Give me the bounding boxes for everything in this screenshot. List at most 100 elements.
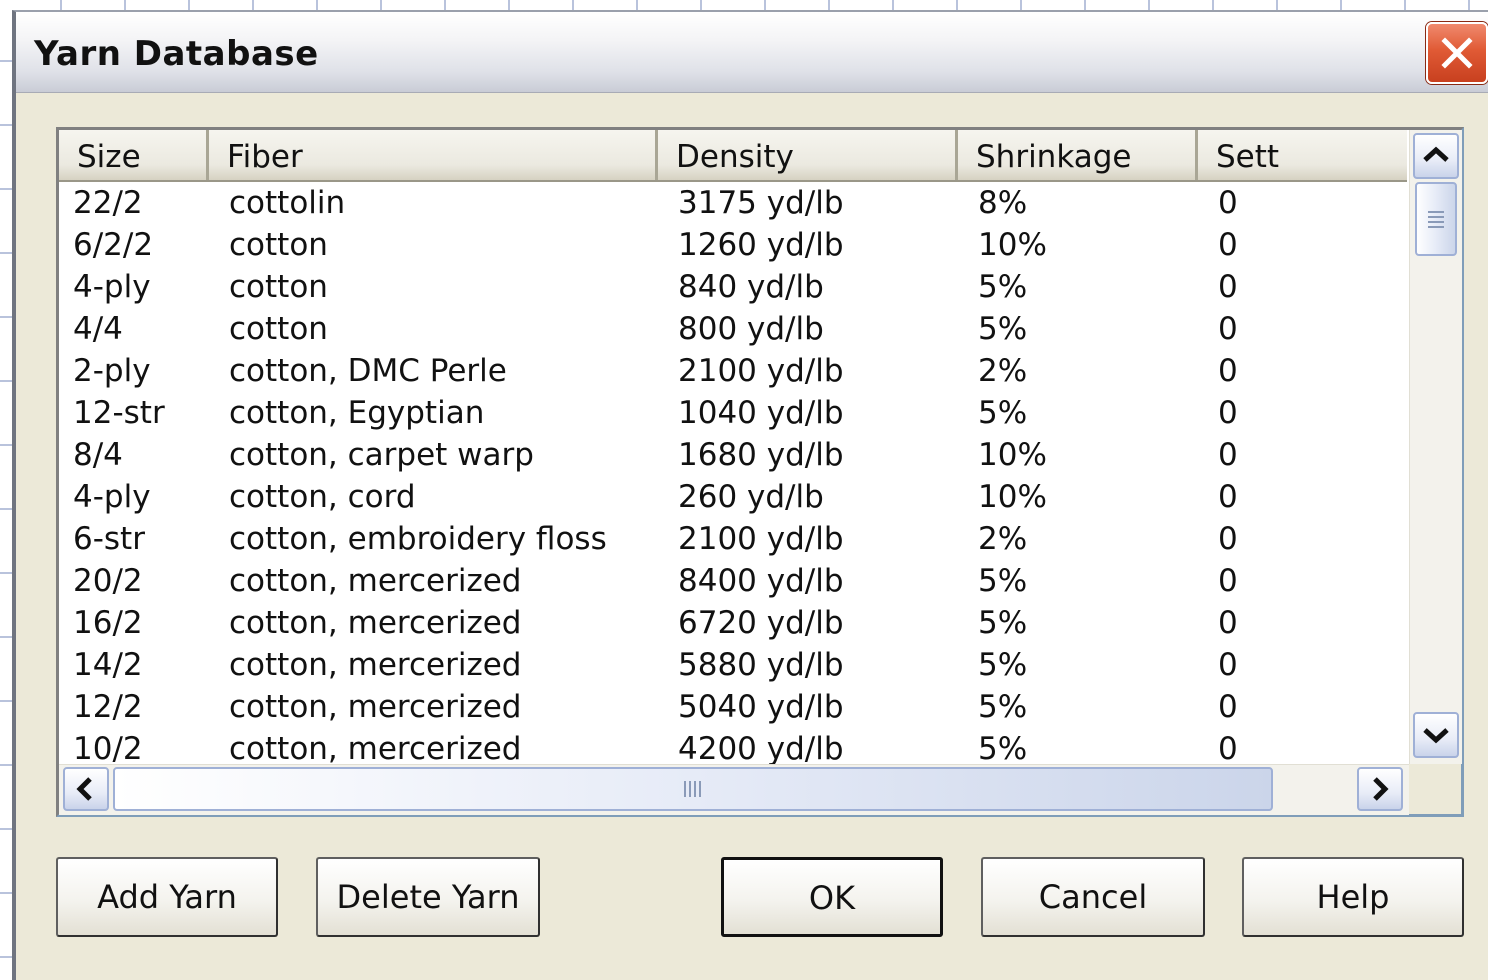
cell-size: 16/2: [73, 605, 143, 641]
scroll-down-button[interactable]: [1413, 712, 1459, 758]
cell-fiber: cotton: [229, 269, 328, 305]
column-header-size[interactable]: Size: [59, 130, 209, 180]
scroll-left-button[interactable]: [63, 767, 109, 811]
table-row[interactable]: 2-ply cotton, DMC Perle 2100 yd/lb 2% 0: [59, 350, 1407, 392]
close-button[interactable]: [1426, 22, 1488, 84]
yarn-database-dialog: Yarn Database Size Fiber Density Shrinka…: [12, 10, 1488, 980]
cell-fiber: cotton, mercerized: [229, 563, 522, 599]
cell-sett: 0: [1218, 689, 1238, 725]
cell-density: 840 yd/lb: [678, 269, 824, 305]
cell-shrinkage: 5%: [978, 605, 1028, 641]
cell-size: 10/2: [73, 731, 143, 764]
cell-density: 5040 yd/lb: [678, 689, 844, 725]
column-header-fiber[interactable]: Fiber: [209, 130, 658, 180]
delete-yarn-button[interactable]: Delete Yarn: [316, 857, 540, 937]
cell-sett: 0: [1218, 395, 1238, 431]
cell-sett: 0: [1218, 731, 1238, 764]
cell-fiber: cotton, mercerized: [229, 605, 522, 641]
cell-shrinkage: 5%: [978, 311, 1028, 347]
cell-size: 4-ply: [73, 479, 151, 515]
cell-density: 2100 yd/lb: [678, 353, 844, 389]
title-bar[interactable]: Yarn Database: [16, 12, 1488, 93]
ok-button[interactable]: OK: [721, 857, 943, 937]
grip-icon: [1428, 211, 1444, 228]
cell-shrinkage: 2%: [978, 521, 1028, 557]
chevron-down-icon: [1423, 728, 1449, 744]
table-row[interactable]: 12-str cotton, Egyptian 1040 yd/lb 5% 0: [59, 392, 1407, 434]
chevron-up-icon: [1423, 146, 1449, 162]
cell-fiber: cotton, Egyptian: [229, 395, 485, 431]
table-row[interactable]: 4/4 cotton 800 yd/lb 5% 0: [59, 308, 1407, 350]
cell-size: 6/2/2: [73, 227, 154, 263]
vertical-scroll-thumb[interactable]: [1415, 182, 1457, 256]
list-header: Size Fiber Density Shrinkage Sett: [59, 130, 1407, 182]
scroll-right-button[interactable]: [1357, 767, 1403, 811]
cell-density: 260 yd/lb: [678, 479, 824, 515]
table-row[interactable]: 8/4 cotton, carpet warp 1680 yd/lb 10% 0: [59, 434, 1407, 476]
cell-shrinkage: 10%: [978, 479, 1047, 515]
table-row[interactable]: 4-ply cotton 840 yd/lb 5% 0: [59, 266, 1407, 308]
cell-sett: 0: [1218, 563, 1238, 599]
cell-sett: 0: [1218, 227, 1238, 263]
cell-fiber: cotton, mercerized: [229, 731, 522, 764]
cell-size: 20/2: [73, 563, 143, 599]
cell-shrinkage: 10%: [978, 227, 1047, 263]
cell-shrinkage: 5%: [978, 731, 1028, 764]
table-row[interactable]: 6-str cotton, embroidery floss 2100 yd/lb 2…: [59, 518, 1407, 560]
table-row[interactable]: 14/2 cotton, mercerized 5880 yd/lb 5% 0: [59, 644, 1407, 686]
table-row[interactable]: 6/2/2 cotton 1260 yd/lb 10% 0: [59, 224, 1407, 266]
cell-density: 6720 yd/lb: [678, 605, 844, 641]
cell-density: 2100 yd/lb: [678, 521, 844, 557]
cell-shrinkage: 5%: [978, 689, 1028, 725]
table-row[interactable]: 12/2 cotton, mercerized 5040 yd/lb 5% 0: [59, 686, 1407, 728]
cell-density: 800 yd/lb: [678, 311, 824, 347]
cell-size: 6-str: [73, 521, 145, 557]
cell-fiber: cotton: [229, 227, 328, 263]
cell-sett: 0: [1218, 269, 1238, 305]
cell-fiber: cottolin: [229, 185, 346, 221]
column-header-density[interactable]: Density: [658, 130, 958, 180]
cancel-button[interactable]: Cancel: [981, 857, 1205, 937]
table-row[interactable]: 4-ply cotton, cord 260 yd/lb 10% 0: [59, 476, 1407, 518]
table-row[interactable]: 20/2 cotton, mercerized 8400 yd/lb 5% 0: [59, 560, 1407, 602]
table-row[interactable]: 22/2 cottolin 3175 yd/lb 8% 0: [59, 182, 1407, 224]
add-yarn-button[interactable]: Add Yarn: [56, 857, 278, 937]
cell-shrinkage: 5%: [978, 269, 1028, 305]
cell-density: 1040 yd/lb: [678, 395, 844, 431]
horizontal-scrollbar[interactable]: [59, 764, 1409, 815]
grip-icon: [684, 781, 701, 797]
cell-fiber: cotton, mercerized: [229, 647, 522, 683]
list-rows: 22/2 cottolin 3175 yd/lb 8% 0 6/2/2 cotton 1260…: [59, 182, 1407, 764]
column-header-shrinkage[interactable]: Shrinkage: [958, 130, 1198, 180]
cell-sett: 0: [1218, 353, 1238, 389]
yarn-list[interactable]: Size Fiber Density Shrinkage Sett 22/2 co…: [56, 127, 1464, 817]
cell-size: 2-ply: [73, 353, 151, 389]
table-row[interactable]: 16/2 cotton, mercerized 6720 yd/lb 5% 0: [59, 602, 1407, 644]
cell-shrinkage: 2%: [978, 353, 1028, 389]
help-button[interactable]: Help: [1242, 857, 1464, 937]
column-header-sett[interactable]: Sett: [1198, 130, 1407, 180]
window-title: Yarn Database: [34, 34, 319, 74]
cell-shrinkage: 5%: [978, 563, 1028, 599]
cell-sett: 0: [1218, 521, 1238, 557]
background-margin: [0, 0, 12, 963]
cell-size: 12/2: [73, 689, 143, 725]
scrollbar-corner: [1409, 764, 1461, 814]
cell-size: 14/2: [73, 647, 143, 683]
table-row[interactable]: 10/2 cotton, mercerized 4200 yd/lb 5% 0: [59, 728, 1407, 764]
scroll-up-button[interactable]: [1413, 133, 1459, 179]
horizontal-scroll-thumb[interactable]: [113, 767, 1273, 811]
cell-sett: 0: [1218, 605, 1238, 641]
cell-density: 4200 yd/lb: [678, 731, 844, 764]
close-icon: [1441, 37, 1473, 69]
cell-shrinkage: 5%: [978, 647, 1028, 683]
cell-fiber: cotton, carpet warp: [229, 437, 534, 473]
cell-fiber: cotton, mercerized: [229, 689, 522, 725]
vertical-scrollbar[interactable]: [1409, 130, 1462, 764]
cell-fiber: cotton, DMC Perle: [229, 353, 507, 389]
cell-sett: 0: [1218, 437, 1238, 473]
cell-sett: 0: [1218, 647, 1238, 683]
cell-sett: 0: [1218, 185, 1238, 221]
cell-size: 8/4: [73, 437, 123, 473]
chevron-right-icon: [1373, 777, 1389, 801]
